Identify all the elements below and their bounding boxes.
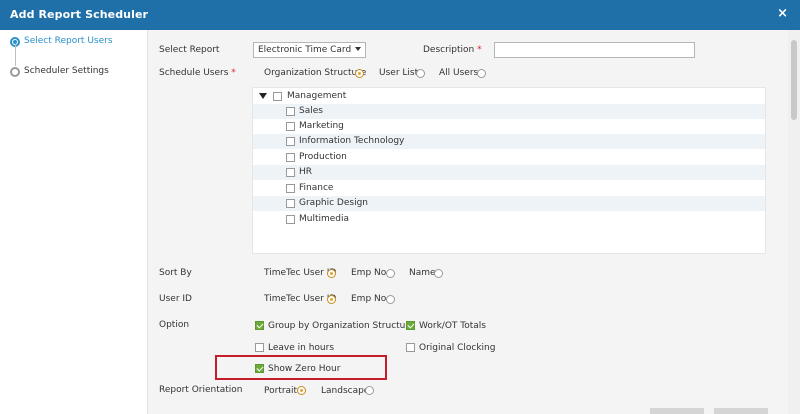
- label-show-zero-hour: Show Zero Hour: [268, 364, 341, 374]
- checkbox-leave-in-hours[interactable]: [255, 343, 264, 352]
- checkbox-management[interactable]: [273, 92, 282, 101]
- radio-label-userid-emp-no: Emp No.: [351, 294, 389, 304]
- description-input[interactable]: [494, 42, 695, 58]
- dialog-titlebar: Add Report Scheduler ×: [0, 0, 800, 30]
- sort-by-label: Sort By: [159, 268, 192, 278]
- label-work-ot-totals: Work/OT Totals: [419, 321, 486, 331]
- step-label: Select Report Users: [24, 36, 113, 46]
- select-report-label: Select Report: [159, 45, 220, 55]
- checkbox-information-technology[interactable]: [286, 137, 295, 146]
- radio-label-portrait: Portrait: [264, 386, 298, 396]
- tree-row: Sales: [253, 104, 765, 119]
- checkbox-sales[interactable]: [286, 107, 295, 116]
- radio-portrait[interactable]: [297, 386, 306, 395]
- radio-label-sort-name: Name: [409, 268, 436, 278]
- radio-userid-timetec[interactable]: [327, 295, 336, 304]
- scrollbar[interactable]: [788, 30, 800, 414]
- tree-label: Management: [287, 91, 347, 101]
- radio-all-users[interactable]: [477, 69, 486, 78]
- tree-label: Multimedia: [299, 214, 350, 224]
- tree-row: Marketing: [253, 119, 765, 134]
- tree-row: Finance: [253, 181, 765, 196]
- radio-label-userid-timetec: TimeTec User ID: [264, 294, 337, 304]
- checkbox-original-clocking[interactable]: [406, 343, 415, 352]
- tree-row: Information Technology: [253, 134, 765, 149]
- tree-row-management: Management: [253, 89, 765, 104]
- radio-sort-timetec-user-id[interactable]: [327, 269, 336, 278]
- step-inactive-icon: [10, 67, 20, 77]
- checkbox-marketing[interactable]: [286, 122, 295, 131]
- tree-label: HR: [299, 167, 313, 177]
- radio-landscape[interactable]: [365, 386, 374, 395]
- tree-label: Graphic Design: [299, 198, 368, 208]
- radio-userid-emp-no[interactable]: [386, 295, 395, 304]
- step-label: Scheduler Settings: [24, 66, 109, 76]
- checkbox-graphic-design[interactable]: [286, 199, 295, 208]
- checkbox-group-by-org[interactable]: [255, 321, 264, 330]
- report-orientation-label: Report Orientation: [159, 385, 243, 395]
- checkbox-multimedia[interactable]: [286, 215, 295, 224]
- checkbox-production[interactable]: [286, 153, 295, 162]
- label-group-by-org: Group by Organization Structure: [268, 321, 415, 331]
- org-tree: Management Sales Marketing Information T…: [252, 87, 766, 254]
- report-select[interactable]: Electronic Time Card: [253, 42, 366, 58]
- close-icon[interactable]: ×: [777, 6, 788, 21]
- tree-row: Multimedia: [253, 212, 765, 227]
- checkbox-work-ot-totals[interactable]: [406, 321, 415, 330]
- tree-label: Information Technology: [299, 136, 405, 146]
- tree-label: Finance: [299, 183, 334, 193]
- label-leave-in-hours: Leave in hours: [268, 343, 335, 353]
- option-label: Option: [159, 320, 190, 330]
- radio-label-sort-timetec-user-id: TimeTec User ID: [264, 268, 337, 278]
- radio-organization-structure[interactable]: [355, 69, 364, 78]
- chevron-down-icon: [355, 47, 361, 51]
- checkbox-finance[interactable]: [286, 184, 295, 193]
- scrollbar-thumb[interactable]: [791, 40, 797, 120]
- radio-user-list[interactable]: [416, 69, 425, 78]
- description-label: Description *: [423, 45, 482, 55]
- dialog-title: Add Report Scheduler: [10, 8, 149, 21]
- radio-sort-emp-no[interactable]: [386, 269, 395, 278]
- tree-row: Production: [253, 150, 765, 165]
- tree-label: Production: [299, 152, 347, 162]
- stepper-panel: Select Report Users Scheduler Settings: [0, 30, 148, 414]
- radio-label-landscape: Landscape: [321, 386, 370, 396]
- footer-button[interactable]: [714, 408, 768, 414]
- radio-sort-name[interactable]: [434, 269, 443, 278]
- checkbox-hr[interactable]: [286, 168, 295, 177]
- radio-label-user-list: User List: [379, 68, 419, 78]
- report-select-value: Electronic Time Card: [258, 45, 352, 55]
- tree-label: Marketing: [299, 121, 344, 131]
- checkbox-show-zero-hour[interactable]: [255, 364, 264, 373]
- tree-row: HR: [253, 165, 765, 180]
- caret-down-icon[interactable]: [259, 93, 267, 99]
- radio-label-sort-emp-no: Emp No.: [351, 268, 389, 278]
- step-connector: [15, 44, 16, 66]
- radio-label-organization-structure: Organization Structure: [264, 68, 367, 78]
- label-original-clocking: Original Clocking: [419, 343, 496, 353]
- radio-label-all-users: All Users: [439, 68, 479, 78]
- tree-label: Sales: [299, 106, 323, 116]
- schedule-users-label: Schedule Users *: [159, 68, 236, 78]
- footer-button[interactable]: [650, 408, 704, 414]
- user-id-label: User ID: [159, 294, 192, 304]
- tree-row: Graphic Design: [253, 196, 765, 211]
